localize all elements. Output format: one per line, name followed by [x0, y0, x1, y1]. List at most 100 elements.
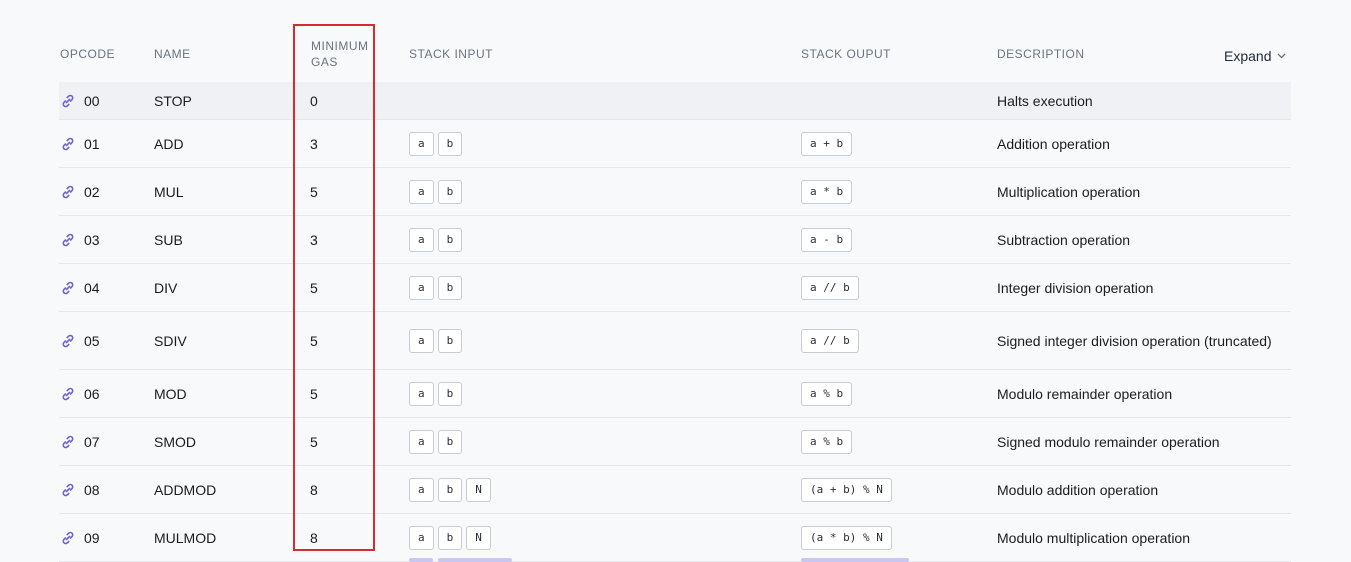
stack-input-chip: a: [409, 179, 434, 204]
table-row: 06 MOD 5 ab a % b Modulo remainder opera…: [59, 370, 1291, 418]
header-stack-input: STACK INPUT: [409, 47, 493, 61]
link-icon[interactable]: [60, 184, 76, 200]
name-cell: MOD: [154, 370, 310, 417]
stack-input-cell: ab: [409, 370, 801, 417]
stack-output-chip: a % b: [801, 381, 853, 406]
description-cell: Addition operation: [997, 120, 1287, 167]
table-row: 04 DIV 5 ab a // b Integer division oper…: [59, 264, 1291, 312]
stack-input-cell: ab: [409, 120, 801, 167]
description-text: Modulo multiplication operation: [997, 529, 1190, 546]
opcode-name: MOD: [154, 385, 187, 402]
table-row: 01 ADD 3 ab a + b Addition operation: [59, 120, 1291, 168]
opcode-value: 03: [84, 231, 100, 248]
opcode-name: SMOD: [154, 433, 196, 450]
stack-output-cell: a * b: [801, 168, 997, 215]
description-text: Modulo remainder operation: [997, 385, 1173, 402]
stack-input-chip: a: [409, 131, 434, 156]
stack-input-cell: ab: [409, 216, 801, 263]
opcode-name: SUB: [154, 231, 183, 248]
description-cell: Subtraction operation: [997, 216, 1287, 263]
stack-output-cell: a // b: [801, 264, 997, 311]
opcode-value: 01: [84, 135, 100, 152]
link-icon[interactable]: [60, 530, 76, 546]
stack-output-chip: (a * b) % N: [801, 525, 892, 550]
opcode-value: 05: [84, 332, 100, 349]
header-minimum-gas: MINIMUM GAS: [311, 38, 369, 70]
minimum-gas-value: 8: [310, 529, 318, 546]
header-stack-output: STACK OUPUT: [801, 47, 891, 61]
minimum-gas-value: 0: [310, 92, 318, 109]
stack-input-chip: b: [437, 477, 463, 502]
description-text: Subtraction operation: [997, 231, 1131, 248]
description-text: Signed integer division operation (trunc…: [997, 332, 1272, 349]
link-icon[interactable]: [60, 93, 76, 109]
description-cell: Modulo remainder operation: [997, 370, 1287, 417]
expand-button[interactable]: Expand: [1224, 45, 1286, 65]
link-icon[interactable]: [60, 280, 76, 296]
stack-output-chip: a // b: [801, 275, 859, 300]
stack-input-cell: [409, 82, 801, 119]
stack-output-cell: a % b: [801, 418, 997, 465]
minimum-gas-value: 5: [310, 385, 318, 402]
minimum-gas-value: 8: [310, 481, 318, 498]
stack-input-chip: b: [437, 227, 463, 252]
description-cell: Modulo multiplication operation: [997, 514, 1287, 561]
gas-cell: 5: [310, 312, 408, 369]
link-icon[interactable]: [60, 386, 76, 402]
opcode-name: DIV: [154, 279, 178, 296]
stack-output-chip: a % b: [801, 429, 853, 454]
stack-input-chip: b: [437, 525, 463, 550]
link-icon[interactable]: [60, 482, 76, 498]
opcode-name: MULMOD: [154, 529, 217, 546]
gas-cell: 5: [310, 370, 408, 417]
link-icon[interactable]: [60, 232, 76, 248]
opcode-name: SDIV: [154, 332, 187, 349]
stack-input-chip: b: [437, 275, 463, 300]
stack-input-cell: ab: [409, 418, 801, 465]
table-row: 07 SMOD 5 ab a % b Signed modulo remaind…: [59, 418, 1291, 466]
stack-input-cell: ab: [409, 312, 801, 369]
stack-input-chip: a: [409, 275, 434, 300]
name-cell: DIV: [154, 264, 310, 311]
opcode-value: 04: [84, 279, 100, 296]
opcode-cell: 07: [59, 418, 154, 465]
table-row: 08 ADDMOD 8 abN (a + b) % N Modulo addit…: [59, 466, 1291, 514]
stack-input-chip: a: [409, 429, 434, 454]
link-icon[interactable]: [60, 136, 76, 152]
table-header: OPCODE NAME MINIMUM GAS STACK INPUT STAC…: [0, 0, 1351, 80]
header-opcode: OPCODE: [60, 47, 116, 61]
header-name: NAME: [154, 47, 191, 61]
gas-cell: 8: [310, 514, 408, 561]
minimum-gas-value: 5: [310, 183, 318, 200]
opcode-name: ADDMOD: [154, 481, 217, 498]
stack-input-chip: a: [409, 227, 434, 252]
link-icon[interactable]: [60, 434, 76, 450]
partial-row-chip: [409, 558, 433, 562]
description-cell: Modulo addition operation: [997, 466, 1287, 513]
header-gas-line2: GAS: [311, 55, 338, 69]
description-cell: Signed modulo remainder operation: [997, 418, 1287, 465]
stack-output-chip: a * b: [801, 179, 853, 204]
stack-output-cell: a + b: [801, 120, 997, 167]
stack-input-chip: N: [466, 477, 491, 502]
header-gas-line1: MINIMUM: [311, 39, 369, 53]
stack-input-chip: b: [437, 429, 463, 454]
stack-input-chip: a: [409, 328, 434, 353]
opcode-cell: 08: [59, 466, 154, 513]
stack-output-chip: (a + b) % N: [801, 477, 892, 502]
stack-input-cell: abN: [409, 514, 801, 561]
stack-input-chip: N: [466, 525, 491, 550]
opcode-name: STOP: [154, 92, 192, 109]
description-cell: Signed integer division operation (trunc…: [997, 312, 1287, 369]
opcode-value: 09: [84, 529, 100, 546]
stack-input-cell: ab: [409, 168, 801, 215]
gas-cell: 0: [310, 82, 408, 119]
stack-input-chip: b: [437, 381, 463, 406]
opcode-cell: 01: [59, 120, 154, 167]
name-cell: SDIV: [154, 312, 310, 369]
link-icon[interactable]: [60, 333, 76, 349]
stack-output-chip: a + b: [801, 131, 853, 156]
table-row: 09 MULMOD 8 abN (a * b) % N Modulo multi…: [59, 514, 1291, 562]
gas-cell: 3: [310, 120, 408, 167]
stack-output-cell: a % b: [801, 370, 997, 417]
